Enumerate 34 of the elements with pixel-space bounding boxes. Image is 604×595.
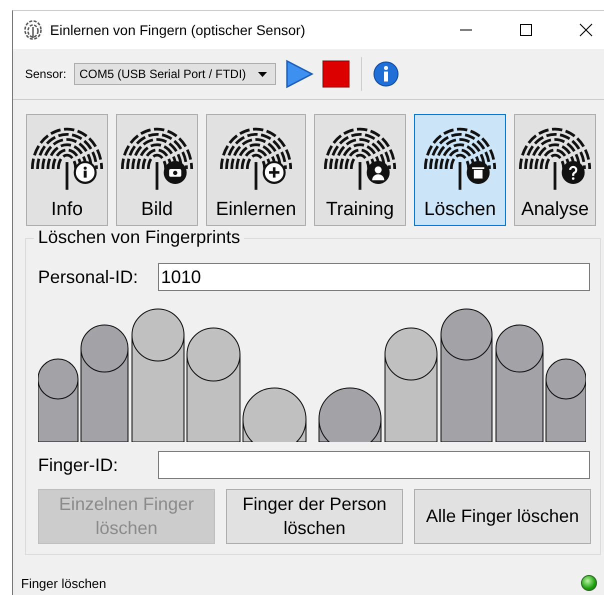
finger[interactable]: [440, 308, 492, 442]
finger[interactable]: [186, 328, 240, 442]
stop-icon[interactable]: [322, 60, 350, 88]
finger[interactable]: [38, 358, 78, 442]
info-icon[interactable]: [373, 61, 400, 87]
finger-id-label: Finger-ID:: [38, 454, 120, 476]
finger[interactable]: [496, 324, 544, 442]
finger[interactable]: [546, 358, 586, 442]
delete-button[interactable]: Finger der Person löschen: [226, 489, 403, 544]
personal-id-field[interactable]: 1010: [158, 263, 590, 291]
tab[interactable]: Einlernen: [206, 114, 306, 226]
finger[interactable]: [132, 308, 184, 442]
finger[interactable]: [384, 328, 438, 442]
caret-icon: [258, 72, 268, 76]
status-text: Finger löschen: [21, 576, 106, 590]
finger-id-field[interactable]: [158, 451, 590, 479]
sensor-dropdown[interactable]: COM5 (USB Serial Port / FTDI): [74, 63, 276, 85]
tab[interactable]: Bild: [116, 114, 198, 226]
delete-button[interactable]: Alle Finger löschen: [414, 489, 591, 544]
tab[interactable]: Löschen: [414, 114, 506, 226]
tab[interactable]: Training: [314, 114, 406, 226]
group-title: Löschen von Fingerprints: [34, 227, 244, 248]
sensor-label: Sensor:: [25, 67, 66, 81]
finger[interactable]: [318, 388, 382, 442]
play-icon[interactable]: [284, 59, 314, 89]
personal-id-label: Personal-ID:: [38, 266, 140, 288]
finger[interactable]: [242, 388, 306, 442]
app-icon: [23, 20, 43, 40]
tab[interactable]: Analyse: [514, 114, 596, 226]
finger[interactable]: [80, 324, 128, 442]
maximize-icon[interactable]: [519, 23, 533, 37]
tab[interactable]: Info: [26, 114, 108, 226]
close-icon[interactable]: [579, 23, 593, 37]
window-title: Einlernen von Fingern (optischer Sensor): [50, 22, 306, 38]
